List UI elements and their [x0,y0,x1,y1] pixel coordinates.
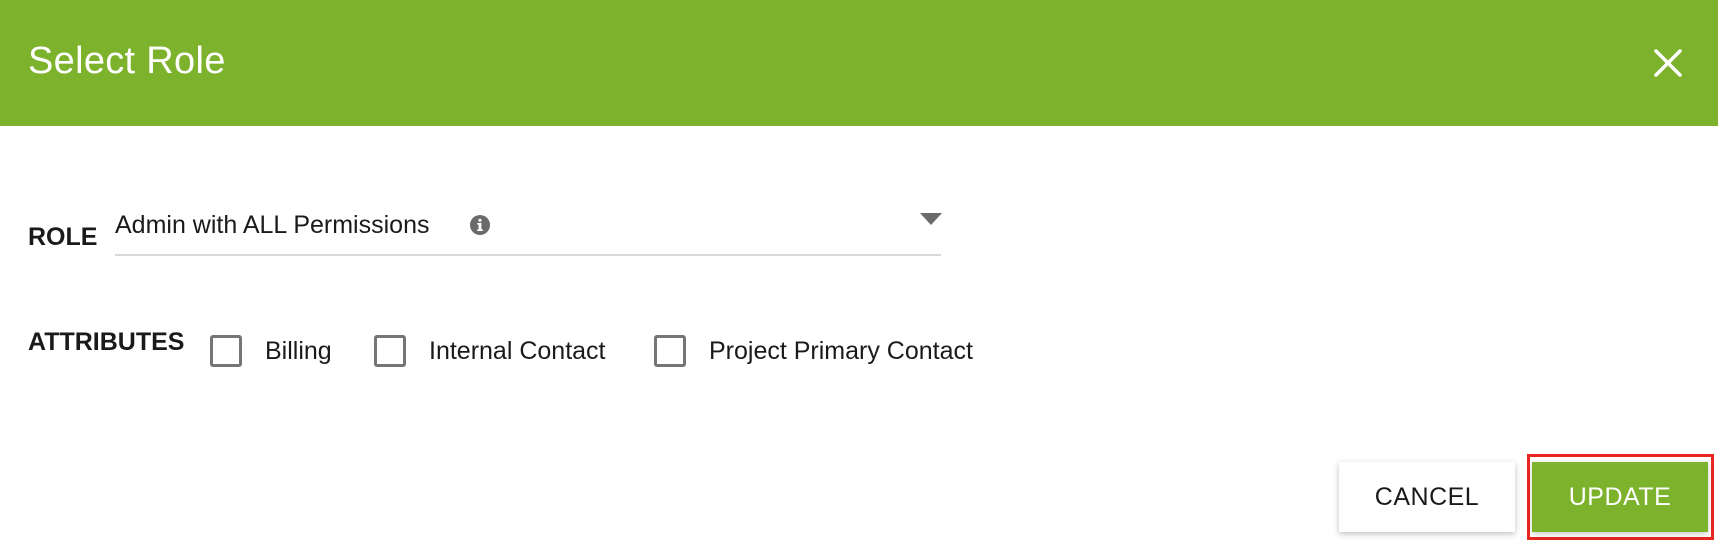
role-label: ROLE [28,223,98,251]
dialog-header: Select Role [0,0,1718,126]
checkbox-label: Project Primary Contact [709,337,973,365]
cancel-button[interactable]: CANCEL [1339,462,1515,532]
close-icon [1654,49,1682,77]
checkbox-box[interactable] [374,335,406,367]
close-button[interactable] [1648,43,1688,83]
caret-down-icon[interactable] [920,212,942,226]
checkbox-label: Internal Contact [429,337,606,365]
checkbox-box[interactable] [210,335,242,367]
update-button[interactable]: UPDATE [1532,462,1708,532]
checkbox-label: Billing [265,337,332,365]
select-role-dialog: Select Role ROLE Admin with ALL Permissi… [0,0,1718,546]
info-icon[interactable] [469,214,491,236]
attributes-label: ATTRIBUTES [28,328,185,356]
role-select-value: Admin with ALL Permissions [115,211,430,239]
role-select[interactable]: Admin with ALL Permissions [115,200,942,256]
checkbox-box[interactable] [654,335,686,367]
dialog-title: Select Role [28,40,226,82]
